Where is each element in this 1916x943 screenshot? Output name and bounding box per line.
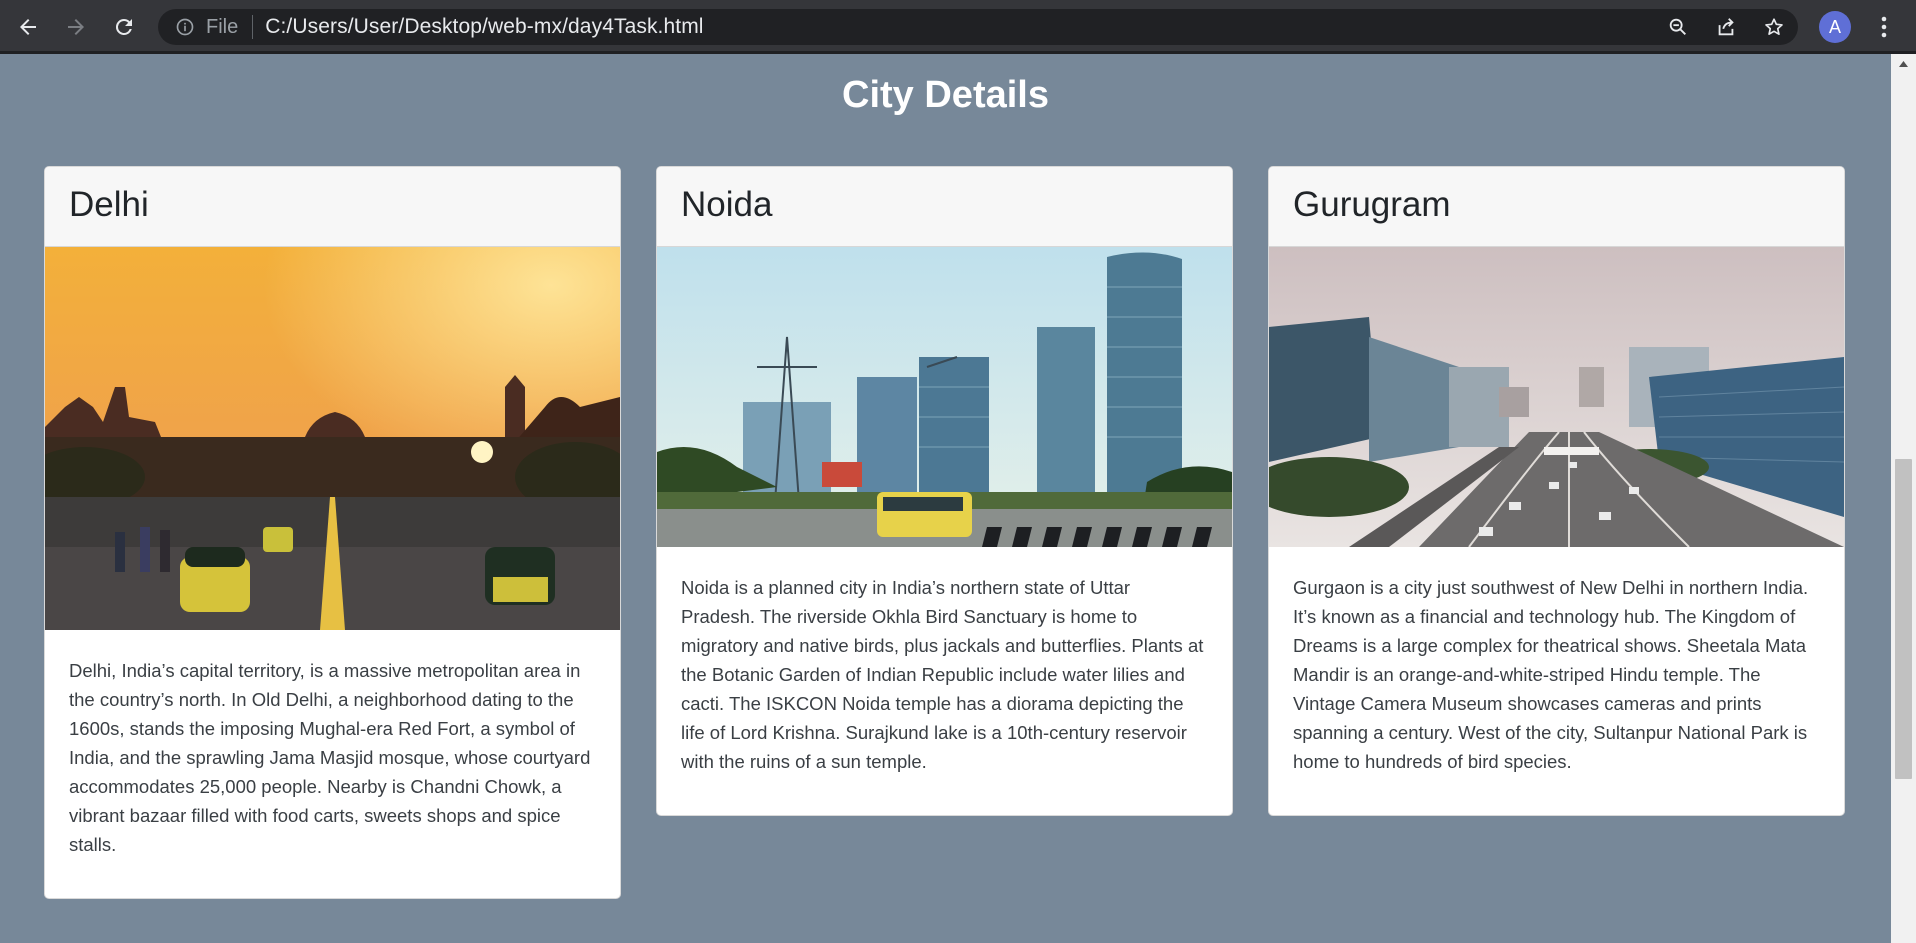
back-button[interactable] <box>4 3 52 51</box>
site-info-button[interactable] <box>174 16 196 38</box>
zoom-button[interactable] <box>1654 9 1702 45</box>
card-title: Noida <box>681 185 773 224</box>
address-actions <box>1654 9 1798 45</box>
share-button[interactable] <box>1702 9 1750 45</box>
scrollbar-thumb[interactable] <box>1895 459 1912 779</box>
delhi-image <box>45 247 620 630</box>
more-vert-icon <box>1881 16 1887 38</box>
browser-menu-button[interactable] <box>1868 7 1900 47</box>
forward-button[interactable] <box>52 3 100 51</box>
noida-image <box>657 247 1232 547</box>
city-card-noida: Noida Noida is a planned city in India’s… <box>656 166 1233 816</box>
card-description: Gurgaon is a city just southwest of New … <box>1293 577 1809 772</box>
back-arrow-icon <box>20 19 36 35</box>
card-header: Gurugram <box>1269 167 1844 247</box>
address-bar[interactable]: File C:/Users/User/Desktop/web-mx/day4Ta… <box>158 9 1798 45</box>
reload-button[interactable] <box>100 3 148 51</box>
card-description: Noida is a planned city in India’s north… <box>681 577 1204 772</box>
profile-avatar[interactable]: A <box>1819 11 1851 43</box>
scroll-up-button[interactable] <box>1891 54 1916 74</box>
forward-arrow-icon <box>68 19 84 35</box>
page-title: City Details <box>842 74 1049 116</box>
card-title: Delhi <box>69 185 149 224</box>
share-icon <box>1718 18 1734 36</box>
scroll-up-arrow-icon <box>1899 61 1908 67</box>
reload-icon <box>115 18 132 35</box>
page-viewport: City Details Delhi Delhi, India’s capita… <box>0 54 1891 943</box>
url-text[interactable]: C:/Users/User/Desktop/web-mx/day4Task.ht… <box>265 15 703 39</box>
city-card-gurugram: Gurugram Gurgaon is a city just southwes… <box>1268 166 1845 816</box>
card-header: Noida <box>657 167 1232 247</box>
gurugram-image <box>1269 247 1844 547</box>
file-scheme-label: File <box>206 15 239 38</box>
card-title: Gurugram <box>1293 185 1451 224</box>
star-icon <box>1765 18 1783 35</box>
browser-toolbar: File C:/Users/User/Desktop/web-mx/day4Ta… <box>0 0 1916 54</box>
info-icon <box>176 18 194 36</box>
vertical-scrollbar[interactable] <box>1891 54 1916 943</box>
zoom-icon <box>1669 18 1686 35</box>
city-card-delhi: Delhi Delhi, India’s capital territory, … <box>44 166 621 899</box>
card-description: Delhi, India’s capital territory, is a m… <box>69 660 591 855</box>
address-separator <box>252 15 254 39</box>
card-header: Delhi <box>45 167 620 247</box>
bookmark-button[interactable] <box>1750 9 1798 45</box>
